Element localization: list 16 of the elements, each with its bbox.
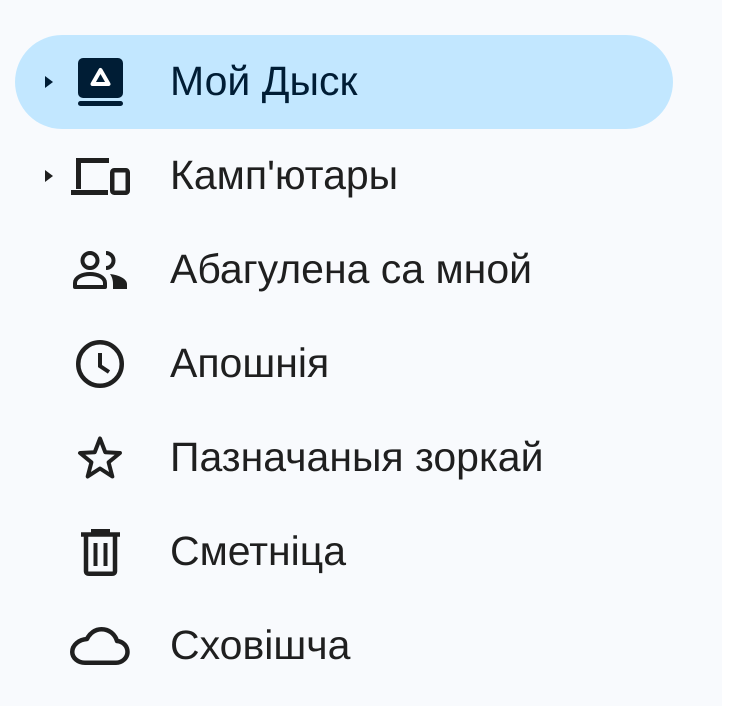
- star-icon: [76, 435, 124, 481]
- sidebar-item[interactable]: Сметніца: [15, 505, 673, 599]
- sidebar-item[interactable]: Мой Дыск: [15, 35, 673, 129]
- laptop-phone-icon: [70, 158, 130, 194]
- sidebar-item[interactable]: Пазначаныя зоркай: [15, 411, 673, 505]
- sidebar-item[interactable]: Апошнія: [15, 317, 673, 411]
- caret-icon[interactable]: [45, 76, 53, 88]
- sidebar-item[interactable]: Сховішча: [15, 599, 673, 693]
- sidebar-item[interactable]: Камп'ютары: [15, 129, 673, 223]
- clock-icon: [76, 340, 124, 388]
- trash-icon: [80, 528, 120, 576]
- caret-icon[interactable]: [45, 170, 53, 182]
- sidebar-item[interactable]: Абагулена са мной: [15, 223, 673, 317]
- cloud-icon: [70, 627, 130, 665]
- drive-icon: [78, 58, 122, 106]
- people-icon: [73, 251, 127, 289]
